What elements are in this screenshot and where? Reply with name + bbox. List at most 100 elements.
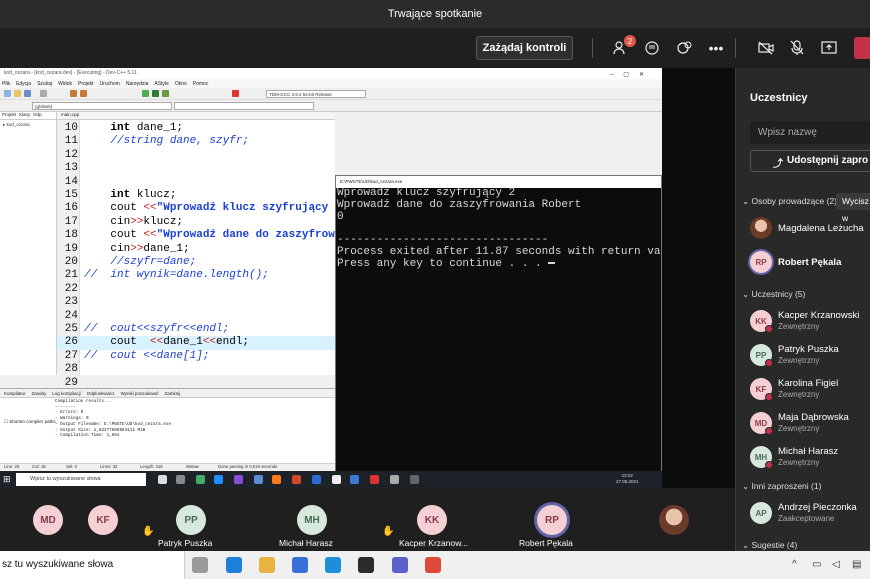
video-tile-avatar[interactable]: RP xyxy=(537,505,567,535)
taskbar-app-icon[interactable] xyxy=(196,475,205,484)
taskbar-app-icon[interactable] xyxy=(312,475,321,484)
windows-start-icon[interactable]: ⊞ xyxy=(3,474,11,485)
cortana-icon[interactable] xyxy=(158,475,167,484)
store-icon[interactable] xyxy=(292,557,308,573)
output-tab[interactable]: Wyniki poszukiwań xyxy=(121,391,159,396)
menu-item[interactable]: Projekt xyxy=(78,81,94,87)
participant-row[interactable]: AP Andrzej Pieczonka Zaakceptowane xyxy=(750,500,870,530)
participant-row[interactable]: Magdalena Leżucha xyxy=(750,215,870,245)
chrome-icon[interactable] xyxy=(425,557,441,573)
edge-icon[interactable] xyxy=(226,557,242,573)
more-options-icon[interactable]: ••• xyxy=(705,37,727,59)
project-tab[interactable]: Projekt xyxy=(2,112,16,119)
network-icon[interactable]: ▭ xyxy=(812,559,821,570)
participant-row[interactable]: KK Kacper Krzanowski Zewnętrzny xyxy=(750,308,870,338)
stop-icon[interactable] xyxy=(232,90,239,97)
print-icon[interactable] xyxy=(40,90,47,97)
video-tile-photo-avatar[interactable] xyxy=(659,505,689,535)
teams-icon[interactable] xyxy=(392,557,408,573)
volume-icon[interactable]: ◁ xyxy=(832,559,840,570)
undo-icon[interactable] xyxy=(70,90,77,97)
participant-row[interactable]: MH Michał Harasz Zewnętrzny xyxy=(750,444,870,474)
notifications-icon[interactable]: ▤ xyxy=(852,559,861,570)
menu-item[interactable]: Edycja xyxy=(16,81,31,87)
participant-row[interactable]: PP Patryk Puszka Zewnętrzny xyxy=(750,342,870,372)
new-file-icon[interactable] xyxy=(4,90,11,97)
menu-item[interactable]: Okno xyxy=(175,81,187,87)
menu-item[interactable]: Narzędzia xyxy=(126,81,149,87)
editor-tab-main[interactable]: main.cpp xyxy=(57,112,335,120)
project-tree-item[interactable]: ▸ kod_cezara xyxy=(0,120,56,130)
output-tab[interactable]: Zasoby xyxy=(32,391,47,396)
code-editor[interactable]: main.cpp 10 int dane_1; 11 //string dane,… xyxy=(57,112,361,389)
devcpp-taskbar-icon[interactable] xyxy=(390,475,399,484)
share-screen-icon[interactable] xyxy=(818,37,840,59)
visual-studio-icon[interactable] xyxy=(234,475,243,484)
run-icon[interactable] xyxy=(152,90,159,97)
output-tab[interactable]: Zamknij xyxy=(165,391,181,396)
code-token: cin xyxy=(84,242,131,255)
participant-row[interactable]: RP Robert Pękala xyxy=(750,249,870,279)
project-tab[interactable]: Klasy xyxy=(19,112,30,119)
participant-search-input[interactable]: Wpisz nazwę xyxy=(750,121,870,144)
console-window[interactable]: E:\PWSTE\UD\kod_cezara.exe Wprowadź kluc… xyxy=(335,175,662,473)
mute-all-button[interactable]: Wycisz w xyxy=(836,193,870,223)
project-tab[interactable]: Odp xyxy=(33,112,42,119)
menu-item[interactable]: Widok xyxy=(58,81,72,87)
menu-item[interactable]: Plik xyxy=(2,81,10,87)
host-taskbar-search[interactable]: sz tu wyszukiwane słowa xyxy=(0,551,185,579)
taskbar-app-icon[interactable] xyxy=(254,475,263,484)
menu-item[interactable]: Szukaj xyxy=(37,81,52,87)
participant-row[interactable]: MD Maja Dąbrowska Zewnętrzny xyxy=(750,410,870,440)
share-invite-button[interactable]: ⤴ Udostępnij zapro xyxy=(750,150,870,172)
roster-section-heading[interactable]: ⌄ Inni zaproszeni (1) xyxy=(742,481,821,492)
redo-icon[interactable] xyxy=(80,90,87,97)
request-control-button[interactable]: Zażądaj kontroli xyxy=(476,36,573,60)
window-controls[interactable]: –▢✕ xyxy=(610,70,654,81)
output-tab[interactable]: Log kompilacji xyxy=(52,391,81,396)
output-tab[interactable]: Kompilator xyxy=(4,391,26,396)
scope-select[interactable]: (globals) xyxy=(32,102,172,110)
menu-item[interactable]: Uruchom xyxy=(100,81,120,87)
task-view-icon[interactable] xyxy=(192,557,208,573)
taskbar-app-icon[interactable] xyxy=(332,475,341,484)
compile-run-icon[interactable] xyxy=(162,90,169,97)
menu-item[interactable]: Pomoc xyxy=(193,81,209,87)
shared-taskbar-search[interactable]: Wpisz tu wyszukiwane słowa xyxy=(16,473,146,486)
video-tile-avatar[interactable]: MH xyxy=(297,505,327,535)
open-file-icon[interactable] xyxy=(14,90,21,97)
file-explorer-icon[interactable] xyxy=(259,557,275,573)
taskbar-app-icon[interactable] xyxy=(292,475,301,484)
mic-muted-icon[interactable] xyxy=(786,37,808,59)
reactions-icon[interactable] xyxy=(673,37,695,59)
leave-call-button[interactable] xyxy=(854,37,870,59)
save-icon[interactable] xyxy=(24,90,31,97)
edge-icon[interactable] xyxy=(214,475,223,484)
presenters-heading[interactable]: ⌄ Osoby prowadzące (2) xyxy=(742,196,837,207)
mail-icon[interactable] xyxy=(325,557,341,573)
roster-section-heading[interactable]: ⌄ Uczestnicy (5) xyxy=(742,289,805,300)
chat-icon[interactable] xyxy=(641,37,663,59)
console-taskbar-icon[interactable] xyxy=(410,475,419,484)
compiler-select[interactable]: TDM-GCC 4.9.2 64-bit Release xyxy=(266,90,366,98)
compile-icon[interactable] xyxy=(142,90,149,97)
video-tile-avatar[interactable]: KK xyxy=(417,505,447,535)
roster-section-heading[interactable]: ⌄ Sugestie (4) xyxy=(742,540,797,551)
camera-off-icon[interactable] xyxy=(755,37,777,59)
output-tab[interactable]: Odpluskwiacz xyxy=(87,391,115,396)
menu-item[interactable]: AStyle xyxy=(154,81,168,87)
video-tile-avatar[interactable]: PP xyxy=(176,505,206,535)
task-view-icon[interactable] xyxy=(176,475,185,484)
taskbar-app-icon[interactable] xyxy=(350,475,359,484)
tray-chevron-icon[interactable]: ^ xyxy=(792,559,797,570)
shorten-paths-checkbox[interactable]: ☐ Shorten compiler paths xyxy=(4,419,56,425)
video-tile-avatar[interactable]: MD xyxy=(33,505,63,535)
participant-row[interactable]: KF Karolina Figiel Zewnętrzny xyxy=(750,376,870,406)
function-select[interactable] xyxy=(174,102,314,110)
taskbar-app-icon[interactable] xyxy=(370,475,379,484)
participants-icon[interactable]: 2 xyxy=(610,35,636,59)
taskbar-app-icon[interactable] xyxy=(358,557,374,573)
video-tile-avatar[interactable]: KF xyxy=(88,505,118,535)
firefox-icon[interactable] xyxy=(272,475,281,484)
